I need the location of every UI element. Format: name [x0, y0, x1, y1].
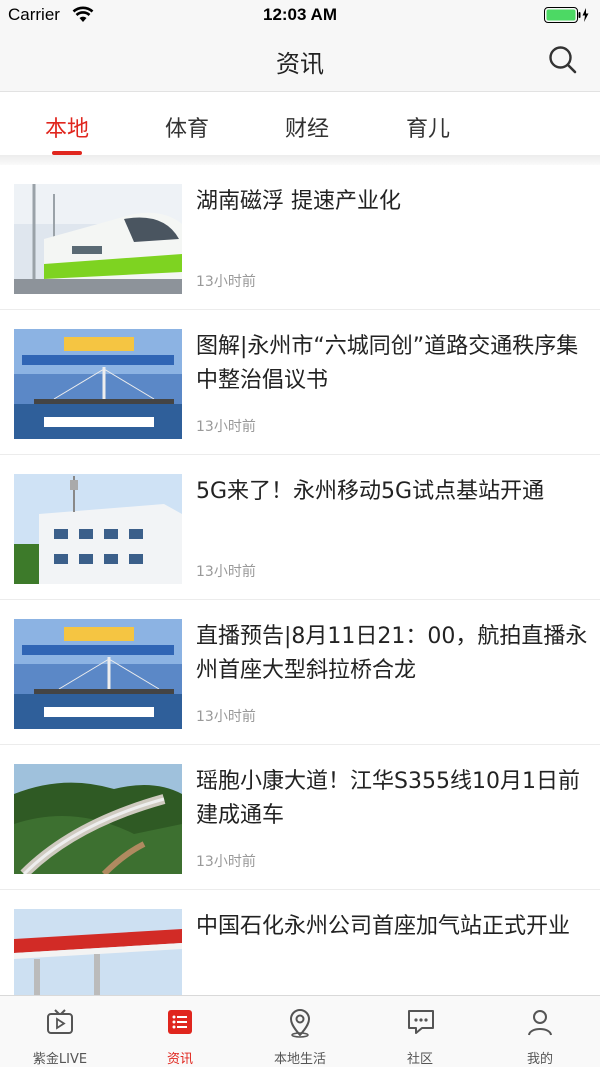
status-bar: Carrier 12:03 AM	[0, 0, 600, 30]
tabbar-label: 资讯	[166, 1052, 193, 1067]
news-time: 13小时前	[196, 274, 256, 290]
news-item[interactable]: 5G来了！永州移动5G试点基站开通 13小时前	[0, 455, 600, 600]
tab-local[interactable]: 本地	[27, 111, 107, 143]
news-thumbnail-bridge-poster	[14, 329, 182, 439]
tabbar-item-community[interactable]: 社区	[360, 996, 480, 1067]
news-thumbnail-bridge-poster	[14, 619, 182, 729]
bottom-tab-bar: 紫金LIVE 资讯 本地生活 社区 我的	[0, 995, 600, 1067]
tabbar-item-profile[interactable]: 我的	[480, 996, 600, 1067]
nav-bar: 资讯	[0, 30, 600, 92]
chat-icon	[408, 1010, 434, 1034]
tab-sports[interactable]: 体育	[147, 111, 227, 143]
page-title: 资讯	[276, 50, 324, 78]
tv-icon	[47, 1009, 73, 1034]
news-thumbnail-maglev-train	[14, 184, 182, 294]
news-item[interactable]: 直播预告|8月11日21：00，航拍直播永州首座大型斜拉桥合龙 13小时前	[0, 600, 600, 745]
news-title: 图解|永州市“六城同创”道路交通秩序集中整治倡议书	[196, 334, 579, 393]
category-tabs: 本地 体育 财经 育儿	[0, 93, 600, 155]
news-title: 湖南磁浮 提速产业化	[196, 189, 401, 214]
search-icon[interactable]	[548, 45, 578, 75]
news-title: 5G来了！永州移动5G试点基站开通	[196, 479, 545, 504]
news-title: 中国石化永州公司首座加气站正式开业	[196, 914, 571, 939]
news-title: 瑶胞小康大道！江华S355线10月1日前建成通车	[196, 769, 580, 828]
news-title: 直播预告|8月11日21：00，航拍直播永州首座大型斜拉桥合龙	[196, 624, 588, 683]
tabbar-item-local-life[interactable]: 本地生活	[240, 996, 360, 1067]
news-thumbnail-5g-tower	[14, 474, 182, 584]
news-time: 13小时前	[196, 419, 256, 435]
location-icon	[289, 1009, 311, 1038]
tabbar-label: 社区	[406, 1052, 433, 1067]
status-time: 12:03 AM	[262, 5, 337, 24]
tabbar-item-live[interactable]: 紫金LIVE	[0, 996, 120, 1067]
tab-finance[interactable]: 财经	[267, 111, 347, 143]
tab-parenting[interactable]: 育儿	[388, 111, 468, 143]
news-time: 13小时前	[196, 854, 256, 870]
tabbar-label: 本地生活	[273, 1052, 326, 1067]
news-thumbnail-mountain-road	[14, 764, 182, 874]
news-icon	[168, 1010, 192, 1034]
tabs-divider	[0, 155, 600, 165]
person-icon	[528, 1010, 552, 1036]
news-item[interactable]: 图解|永州市“六城同创”道路交通秩序集中整治倡议书 13小时前	[0, 310, 600, 455]
tabbar-label: 我的	[526, 1052, 553, 1067]
tabbar-label: 紫金LIVE	[32, 1052, 88, 1067]
news-item[interactable]: 瑶胞小康大道！江华S355线10月1日前建成通车 13小时前	[0, 745, 600, 890]
news-time: 13小时前	[196, 709, 256, 725]
tabbar-item-news[interactable]: 资讯	[120, 996, 240, 1067]
news-time: 13小时前	[196, 564, 256, 580]
battery-charging-icon	[544, 7, 589, 23]
news-item[interactable]: 湖南磁浮 提速产业化 13小时前	[0, 165, 600, 310]
news-list: 湖南磁浮 提速产业化 13小时前 图解|永州市“六城同创”道路交通秩序集中整治倡…	[0, 165, 600, 1035]
